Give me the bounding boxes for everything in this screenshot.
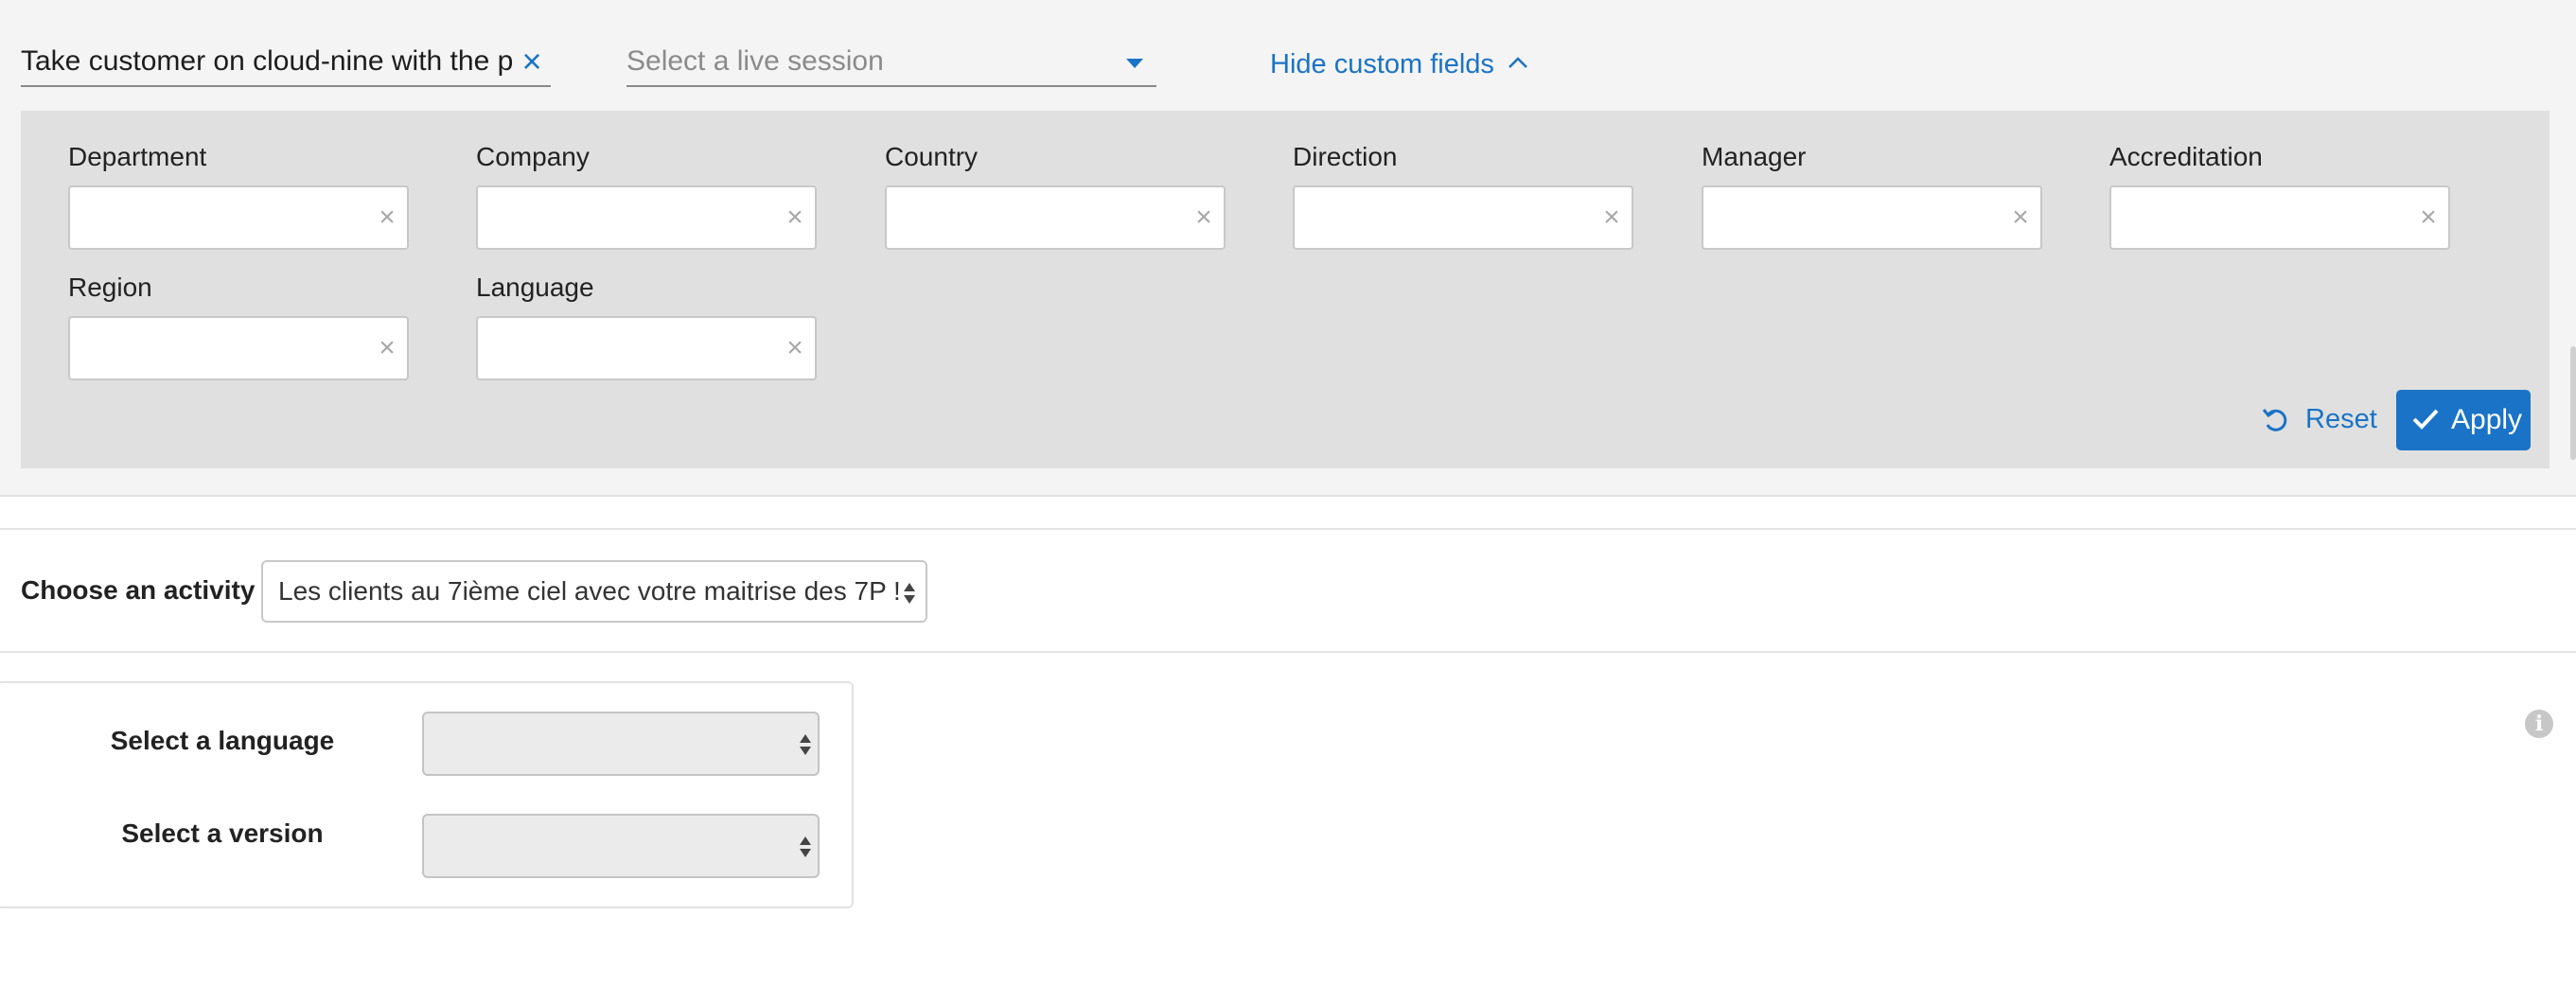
direction-input[interactable]: × — [1293, 185, 1633, 250]
reset-icon — [2262, 409, 2287, 431]
clear-icon[interactable]: × — [781, 334, 809, 362]
search-field[interactable]: Take customer on cloud-nine with the p × — [21, 38, 551, 87]
manager-input[interactable]: × — [1702, 185, 2042, 250]
department-input[interactable]: × — [68, 185, 409, 250]
divider — [0, 528, 2576, 530]
live-session-placeholder: Select a live session — [626, 45, 884, 77]
field-label-accreditation: Accreditation — [2109, 142, 2263, 171]
language-input[interactable]: × — [476, 316, 817, 380]
version-select[interactable] — [422, 814, 820, 878]
accreditation-input[interactable]: × — [2109, 185, 2450, 250]
select-language-label: Select a language — [110, 726, 335, 755]
clear-icon[interactable]: × — [373, 334, 401, 362]
field-label-language: Language — [476, 273, 594, 302]
check-icon — [2412, 409, 2439, 430]
field-label-region: Region — [68, 273, 152, 302]
clear-icon[interactable]: × — [2006, 203, 2035, 232]
field-label-direction: Direction — [1293, 142, 1398, 171]
clear-icon[interactable]: × — [1190, 203, 1218, 232]
select-arrows-icon — [904, 583, 915, 604]
field-label-manager: Manager — [1702, 142, 1807, 171]
chevron-up-icon[interactable] — [1507, 51, 1529, 74]
hide-custom-fields-link[interactable]: Hide custom fields — [1270, 42, 1494, 87]
reset-button[interactable]: Reset — [2260, 391, 2383, 448]
activity-label: Choose an activity : — [21, 575, 272, 605]
reset-label: Reset — [2305, 404, 2377, 434]
field-label-department: Department — [68, 142, 207, 171]
divider — [0, 651, 2576, 653]
scrollbar-edge[interactable] — [2570, 346, 2576, 460]
select-arrows-icon — [800, 836, 811, 857]
caret-down-icon[interactable] — [1126, 59, 1143, 68]
search-input[interactable]: Take customer on cloud-nine with the p — [21, 38, 513, 85]
field-label-company: Company — [476, 142, 590, 171]
clear-icon[interactable]: × — [373, 203, 401, 232]
info-icon[interactable]: i — [2525, 710, 2553, 738]
live-session-select[interactable]: Select a live session — [626, 38, 1156, 87]
apply-button[interactable]: Apply — [2396, 390, 2531, 450]
clear-icon[interactable]: × — [781, 203, 809, 232]
close-icon[interactable]: × — [515, 44, 549, 79]
apply-label: Apply — [2451, 404, 2523, 435]
select-arrows-icon — [800, 734, 811, 755]
select-version-label: Select a version — [121, 818, 324, 848]
company-input[interactable]: × — [476, 185, 817, 250]
clear-icon[interactable]: × — [1597, 203, 1626, 232]
activity-select[interactable]: Les clients au 7ième ciel avec votre mai… — [261, 560, 927, 623]
language-select[interactable] — [422, 712, 820, 776]
field-label-country: Country — [885, 142, 979, 171]
clear-icon[interactable]: × — [2414, 203, 2443, 232]
region-input[interactable]: × — [68, 316, 409, 380]
activity-selected-value: Les clients au 7ième ciel avec votre mai… — [278, 576, 901, 606]
country-input[interactable]: × — [885, 185, 1226, 250]
